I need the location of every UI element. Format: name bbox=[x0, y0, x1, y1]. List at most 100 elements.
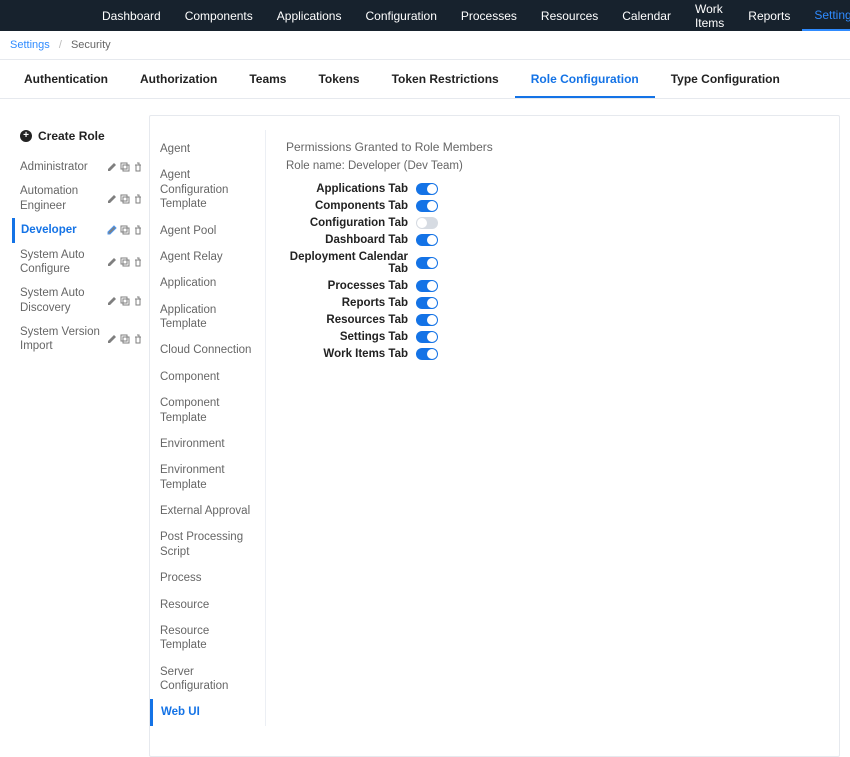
breadcrumb-root[interactable]: Settings bbox=[10, 39, 50, 51]
role-config-card: AgentAgent Configuration TemplateAgent P… bbox=[149, 115, 840, 757]
copy-icon[interactable] bbox=[120, 296, 130, 306]
permissions-role-line: Role name: Developer (Dev Team) bbox=[286, 160, 839, 172]
permission-row: Deployment Calendar Tab bbox=[286, 248, 839, 277]
topnav-item-applications[interactable]: Applications bbox=[265, 0, 354, 31]
category-environment-template[interactable]: Environment Template bbox=[160, 457, 255, 498]
category-resource[interactable]: Resource bbox=[160, 592, 255, 618]
top-nav-items: DashboardComponentsApplicationsConfigura… bbox=[90, 0, 850, 31]
category-server-configuration[interactable]: Server Configuration bbox=[160, 659, 255, 700]
category-external-approval[interactable]: External Approval bbox=[160, 498, 255, 524]
copy-icon[interactable] bbox=[120, 225, 130, 235]
permission-toggle-applications-tab[interactable] bbox=[416, 183, 438, 195]
category-web-ui[interactable]: Web UI bbox=[150, 699, 255, 725]
category-agent-relay[interactable]: Agent Relay bbox=[160, 244, 255, 270]
edit-icon[interactable] bbox=[107, 334, 117, 344]
category-cloud-connection[interactable]: Cloud Connection bbox=[160, 337, 255, 363]
permission-row: Components Tab bbox=[286, 197, 839, 214]
edit-icon[interactable] bbox=[107, 162, 117, 172]
permission-row: Dashboard Tab bbox=[286, 231, 839, 248]
topnav-item-work-items[interactable]: Work Items bbox=[683, 0, 736, 31]
delete-icon bbox=[133, 334, 143, 344]
copy-icon[interactable] bbox=[120, 162, 130, 172]
role-label[interactable]: System Version Import bbox=[20, 325, 107, 354]
topnav-item-configuration[interactable]: Configuration bbox=[353, 0, 448, 31]
permission-toggle-dashboard-tab[interactable] bbox=[416, 234, 438, 246]
category-agent-configuration-template[interactable]: Agent Configuration Template bbox=[160, 162, 255, 217]
category-application-template[interactable]: Application Template bbox=[160, 297, 255, 338]
permission-toggle-settings-tab[interactable] bbox=[416, 331, 438, 343]
edit-icon[interactable] bbox=[107, 257, 117, 267]
permission-label: Work Items Tab bbox=[286, 348, 416, 360]
role-label[interactable]: Developer bbox=[21, 223, 107, 237]
tab-type-configuration[interactable]: Type Configuration bbox=[655, 60, 796, 98]
role-actions bbox=[107, 225, 143, 235]
permission-toggle-configuration-tab[interactable] bbox=[416, 217, 438, 229]
breadcrumb-leaf: Security bbox=[71, 39, 111, 51]
permission-toggle-work-items-tab[interactable] bbox=[416, 348, 438, 360]
category-agent-pool[interactable]: Agent Pool bbox=[160, 218, 255, 244]
security-tabs: AuthenticationAuthorizationTeamsTokensTo… bbox=[0, 59, 850, 99]
permission-row: Applications Tab bbox=[286, 180, 839, 197]
edit-icon[interactable] bbox=[107, 225, 117, 235]
permission-label: Components Tab bbox=[286, 200, 416, 212]
permission-toggle-deployment-calendar-tab[interactable] bbox=[416, 257, 438, 269]
permission-label: Deployment Calendar Tab bbox=[286, 251, 416, 275]
delete-icon[interactable] bbox=[133, 225, 143, 235]
role-label[interactable]: System Auto Configure bbox=[20, 248, 107, 277]
category-process[interactable]: Process bbox=[160, 565, 255, 591]
permission-row: Reports Tab bbox=[286, 294, 839, 311]
categories-column: AgentAgent Configuration TemplateAgent P… bbox=[150, 130, 265, 726]
category-component[interactable]: Component bbox=[160, 364, 255, 390]
role-label[interactable]: System Auto Discovery bbox=[20, 286, 107, 315]
topnav-item-resources[interactable]: Resources bbox=[529, 0, 610, 31]
copy-icon[interactable] bbox=[120, 257, 130, 267]
role-item-system-version-import: System Version Import bbox=[18, 320, 145, 359]
permission-row: Processes Tab bbox=[286, 277, 839, 294]
role-label[interactable]: Administrator bbox=[20, 160, 107, 174]
permission-label: Dashboard Tab bbox=[286, 234, 416, 246]
category-post-processing-script[interactable]: Post Processing Script bbox=[160, 524, 255, 565]
copy-icon[interactable] bbox=[120, 334, 130, 344]
role-label[interactable]: Automation Engineer bbox=[20, 184, 107, 213]
permission-toggle-components-tab[interactable] bbox=[416, 200, 438, 212]
role-item-system-auto-configure: System Auto Configure bbox=[18, 243, 145, 282]
topnav-item-reports[interactable]: Reports bbox=[736, 0, 802, 31]
category-agent[interactable]: Agent bbox=[160, 136, 255, 162]
edit-icon[interactable] bbox=[107, 296, 117, 306]
delete-icon bbox=[133, 162, 143, 172]
topnav-item-components[interactable]: Components bbox=[173, 0, 265, 31]
tab-tokens[interactable]: Tokens bbox=[302, 60, 375, 98]
permissions-title: Permissions Granted to Role Members bbox=[286, 140, 839, 154]
role-item-automation-engineer: Automation Engineer bbox=[18, 179, 145, 218]
category-component-template[interactable]: Component Template bbox=[160, 390, 255, 431]
role-item-system-auto-discovery: System Auto Discovery bbox=[18, 281, 145, 320]
create-role-button[interactable]: + Create Role bbox=[18, 123, 145, 155]
tab-authentication[interactable]: Authentication bbox=[8, 60, 124, 98]
permission-toggle-reports-tab[interactable] bbox=[416, 297, 438, 309]
copy-icon[interactable] bbox=[120, 194, 130, 204]
role-actions bbox=[107, 296, 143, 306]
permission-label: Processes Tab bbox=[286, 280, 416, 292]
role-actions bbox=[107, 334, 143, 344]
category-resource-template[interactable]: Resource Template bbox=[160, 618, 255, 659]
role-item-developer: Developer bbox=[12, 218, 145, 242]
topnav-item-calendar[interactable]: Calendar bbox=[610, 0, 683, 31]
tab-teams[interactable]: Teams bbox=[233, 60, 302, 98]
category-environment[interactable]: Environment bbox=[160, 431, 255, 457]
permission-label: Applications Tab bbox=[286, 183, 416, 195]
category-application[interactable]: Application bbox=[160, 270, 255, 296]
permission-row: Configuration Tab bbox=[286, 214, 839, 231]
permission-toggle-resources-tab[interactable] bbox=[416, 314, 438, 326]
permission-toggle-processes-tab[interactable] bbox=[416, 280, 438, 292]
tab-token-restrictions[interactable]: Token Restrictions bbox=[376, 60, 515, 98]
topnav-item-processes[interactable]: Processes bbox=[449, 0, 529, 31]
roles-column: + Create Role Administrator Automation En… bbox=[10, 115, 145, 757]
permission-row: Resources Tab bbox=[286, 311, 839, 328]
topnav-item-settings[interactable]: Settings bbox=[802, 0, 850, 31]
delete-icon bbox=[133, 257, 143, 267]
tab-role-configuration[interactable]: Role Configuration bbox=[515, 60, 655, 98]
tab-authorization[interactable]: Authorization bbox=[124, 60, 233, 98]
create-role-label: Create Role bbox=[38, 129, 105, 143]
edit-icon[interactable] bbox=[107, 194, 117, 204]
topnav-item-dashboard[interactable]: Dashboard bbox=[90, 0, 173, 31]
